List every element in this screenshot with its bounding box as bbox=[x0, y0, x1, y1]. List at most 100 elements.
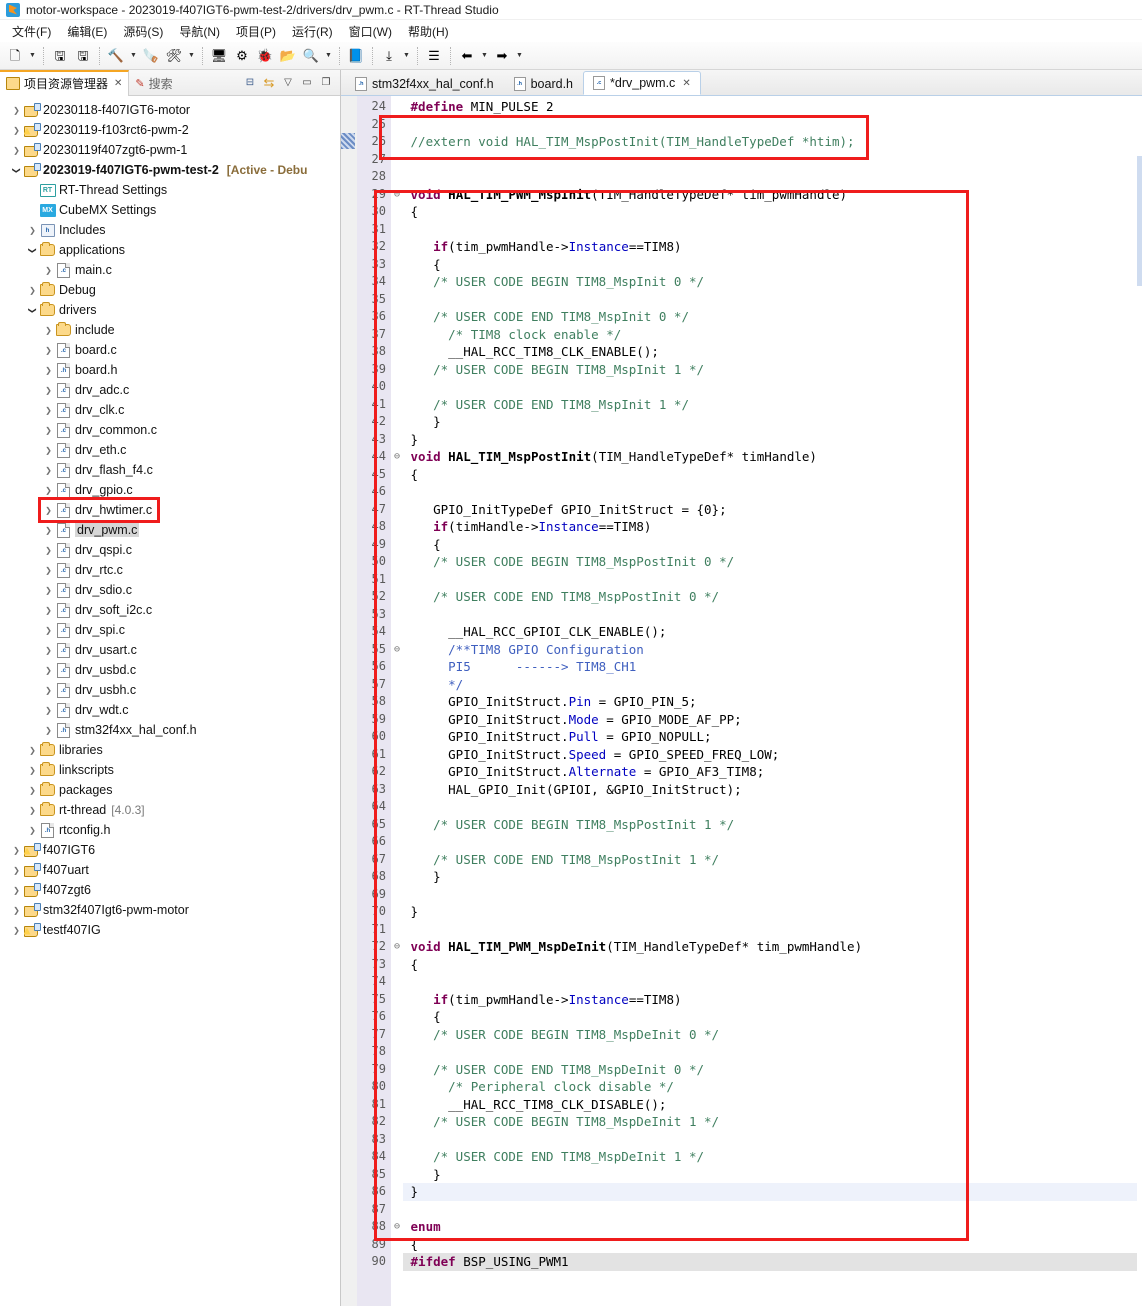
marker-bar[interactable] bbox=[341, 96, 357, 1306]
code-line[interactable]: } bbox=[403, 413, 1142, 431]
back-arrow-icon[interactable]: ⬅ bbox=[456, 45, 478, 67]
code-line[interactable]: /**TIM8 GPIO Configuration bbox=[403, 641, 1142, 659]
code-line[interactable] bbox=[403, 1131, 1142, 1149]
tree-item-20230119-f103rct6-pwm-2[interactable]: ❯ 20230119-f103rct6-pwm-2 bbox=[0, 120, 340, 140]
tree-item-drv-wdt-c[interactable]: ❯ .c drv_wdt.c bbox=[0, 700, 340, 720]
tree-item-drivers[interactable]: ❯ drivers bbox=[0, 300, 340, 320]
code-line[interactable]: GPIO_InitStruct.Pull = GPIO_NOPULL; bbox=[403, 728, 1142, 746]
chevron-right-icon[interactable]: ❯ bbox=[26, 746, 39, 755]
code-line[interactable] bbox=[403, 483, 1142, 501]
code-line[interactable]: } bbox=[403, 1183, 1142, 1201]
forward-arrow-icon[interactable]: ➡ bbox=[491, 45, 513, 67]
menu-run[interactable]: 运行(R) bbox=[284, 21, 341, 42]
chevron-down-icon[interactable]: ▼ bbox=[401, 45, 412, 67]
download-flash-icon[interactable]: ⤓ bbox=[378, 45, 400, 67]
link-with-editor-icon[interactable]: ⇆ bbox=[261, 75, 277, 91]
code-text[interactable]: #define MIN_PULSE 2 //extern void HAL_TI… bbox=[403, 96, 1142, 1306]
code-line[interactable]: GPIO_InitStruct.Speed = GPIO_SPEED_FREQ_… bbox=[403, 746, 1142, 764]
chevron-right-icon[interactable]: ❯ bbox=[42, 486, 55, 495]
code-line[interactable]: #define MIN_PULSE 2 bbox=[403, 98, 1142, 116]
code-line[interactable]: void HAL_TIM_PWM_MspInit(TIM_HandleTypeD… bbox=[403, 186, 1142, 204]
tree-item-rt-thread[interactable]: ❯ rt-thread [4.0.3] bbox=[0, 800, 340, 820]
code-line[interactable]: /* USER CODE END TIM8_MspPostInit 1 */ bbox=[403, 851, 1142, 869]
chevron-right-icon[interactable]: ❯ bbox=[42, 466, 55, 475]
chevron-right-icon[interactable]: ❯ bbox=[10, 926, 23, 935]
tree-item-drv-sdio-c[interactable]: ❯ .c drv_sdio.c bbox=[0, 580, 340, 600]
view-menu-icon[interactable]: ▽ bbox=[280, 75, 296, 91]
chevron-right-icon[interactable]: ❯ bbox=[26, 806, 39, 815]
tree-item-2023019-f407igt6-pwm-test-2[interactable]: ❯ 2023019-f407IGT6-pwm-test-2 [Active - De… bbox=[0, 160, 340, 180]
terminal-icon[interactable]: 🖥 bbox=[208, 45, 230, 67]
save-all-icon[interactable]: 🖫 bbox=[72, 45, 94, 67]
tree-item-debug[interactable]: ❯ Debug bbox=[0, 280, 340, 300]
code-line[interactable]: /* USER CODE BEGIN TIM8_MspPostInit 0 */ bbox=[403, 553, 1142, 571]
chevron-right-icon[interactable]: ❯ bbox=[42, 406, 55, 415]
code-line[interactable]: { bbox=[403, 1008, 1142, 1026]
code-line[interactable]: GPIO_InitStruct.Mode = GPIO_MODE_AF_PP; bbox=[403, 711, 1142, 729]
close-icon[interactable]: ✕ bbox=[682, 78, 690, 89]
code-line[interactable]: } bbox=[403, 1166, 1142, 1184]
code-line[interactable]: { bbox=[403, 1236, 1142, 1254]
chevron-right-icon[interactable]: ❯ bbox=[42, 606, 55, 615]
code-line[interactable]: /* TIM8 clock enable */ bbox=[403, 326, 1142, 344]
build-config-icon[interactable]: 🛠 bbox=[163, 45, 185, 67]
tab-stm32f4xx-hal-conf-h[interactable]: .h stm32f4xx_hal_conf.h bbox=[345, 71, 504, 95]
tree-item-drv-gpio-c[interactable]: ❯ .c drv_gpio.c bbox=[0, 480, 340, 500]
tree-item-testf407ig[interactable]: ❯ testf407IG bbox=[0, 920, 340, 940]
tree-item-applications[interactable]: ❯ applications bbox=[0, 240, 340, 260]
chevron-down-icon[interactable]: ❯ bbox=[28, 304, 37, 317]
vertical-scrollbar[interactable] bbox=[1137, 96, 1142, 1306]
code-line[interactable]: { bbox=[403, 466, 1142, 484]
chevron-right-icon[interactable]: ❯ bbox=[42, 546, 55, 555]
menu-file[interactable]: 文件(F) bbox=[4, 21, 59, 42]
minimize-view-icon[interactable]: ▭ bbox=[299, 75, 315, 91]
code-line[interactable] bbox=[403, 886, 1142, 904]
code-line[interactable]: //extern void HAL_TIM_MspPostInit(TIM_Ha… bbox=[403, 133, 1142, 151]
settings-gear-icon[interactable]: ⚙ bbox=[231, 45, 253, 67]
menu-project[interactable]: 项目(P) bbox=[228, 21, 284, 42]
code-line[interactable]: /* USER CODE END TIM8_MspInit 0 */ bbox=[403, 308, 1142, 326]
new-icon[interactable]: 🗋 bbox=[4, 45, 26, 67]
tree-item-20230118-f407igt6-motor[interactable]: ❯ 20230118-f407IGT6-motor bbox=[0, 100, 340, 120]
code-line[interactable] bbox=[403, 606, 1142, 624]
code-line[interactable]: /* Peripheral clock disable */ bbox=[403, 1078, 1142, 1096]
chevron-right-icon[interactable]: ❯ bbox=[10, 126, 23, 135]
code-line[interactable] bbox=[403, 221, 1142, 239]
chevron-right-icon[interactable]: ❯ bbox=[26, 786, 39, 795]
tree-item-cubemx-settings[interactable]: MX CubeMX Settings bbox=[0, 200, 340, 220]
fold-toggle-icon[interactable]: ⊖ bbox=[391, 938, 403, 956]
chevron-right-icon[interactable]: ❯ bbox=[26, 826, 39, 835]
code-line[interactable]: */ bbox=[403, 676, 1142, 694]
tree-item-drv-usart-c[interactable]: ❯ .c drv_usart.c bbox=[0, 640, 340, 660]
tree-item-board-c[interactable]: ❯ .c board.c bbox=[0, 340, 340, 360]
code-view[interactable]: 24 25 26 27 28 29 30 31 32 33 34 35 36 37 38 39 40 41 42 43… bbox=[341, 96, 1142, 1306]
tree-item-drv-usbh-c[interactable]: ❯ .c drv_usbh.c bbox=[0, 680, 340, 700]
chevron-down-icon[interactable]: ▼ bbox=[479, 45, 490, 67]
fold-toggle-icon[interactable]: ⊖ bbox=[391, 641, 403, 659]
tab-board-h[interactable]: .h board.h bbox=[504, 71, 583, 95]
code-line[interactable]: void HAL_TIM_MspPostInit(TIM_HandleTypeD… bbox=[403, 448, 1142, 466]
save-icon[interactable]: 🖫 bbox=[49, 45, 71, 67]
tree-item-f407zgt6[interactable]: ❯ f407zgt6 bbox=[0, 880, 340, 900]
code-line[interactable]: /* USER CODE BEGIN TIM8_MspDeInit 1 */ bbox=[403, 1113, 1142, 1131]
chevron-right-icon[interactable]: ❯ bbox=[10, 886, 23, 895]
code-line[interactable] bbox=[403, 798, 1142, 816]
chevron-down-icon[interactable]: ▼ bbox=[128, 45, 139, 67]
code-line[interactable]: /* USER CODE BEGIN TIM8_MspInit 1 */ bbox=[403, 361, 1142, 379]
chevron-right-icon[interactable]: ❯ bbox=[42, 426, 55, 435]
tree-item-linkscripts[interactable]: ❯ linkscripts bbox=[0, 760, 340, 780]
code-line[interactable]: GPIO_InitStruct.Alternate = GPIO_AF3_TIM… bbox=[403, 763, 1142, 781]
clean-icon[interactable]: 🪚 bbox=[140, 45, 162, 67]
collapse-all-icon[interactable]: ⊟ bbox=[242, 75, 258, 91]
chevron-right-icon[interactable]: ❯ bbox=[42, 526, 55, 535]
search-icon[interactable]: 🔍 bbox=[300, 45, 322, 67]
code-line[interactable] bbox=[403, 1201, 1142, 1219]
tree-item-drv-common-c[interactable]: ❯ .c drv_common.c bbox=[0, 420, 340, 440]
code-line[interactable] bbox=[403, 378, 1142, 396]
maximize-view-icon[interactable]: ❐ bbox=[318, 75, 334, 91]
chevron-right-icon[interactable]: ❯ bbox=[42, 386, 55, 395]
tree-item-board-h[interactable]: ❯ .h board.h bbox=[0, 360, 340, 380]
code-line[interactable]: void HAL_TIM_PWM_MspDeInit(TIM_HandleTyp… bbox=[403, 938, 1142, 956]
chevron-down-icon[interactable]: ▼ bbox=[186, 45, 197, 67]
chevron-down-icon[interactable]: ❯ bbox=[12, 164, 21, 177]
